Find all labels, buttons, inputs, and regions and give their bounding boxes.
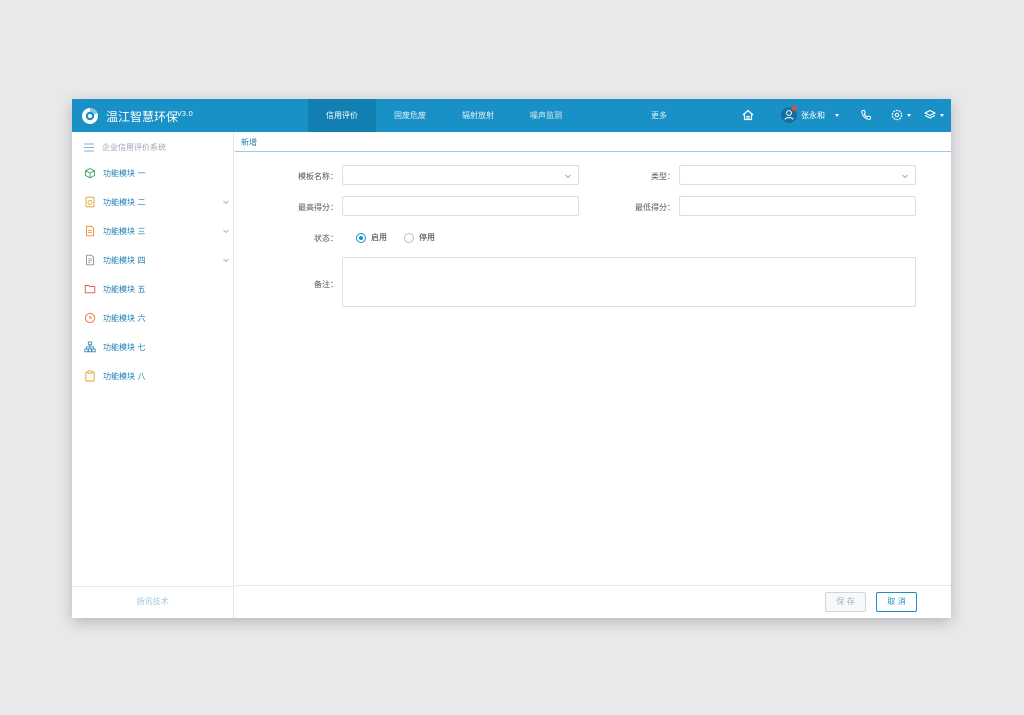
sidebar-item-label: 功能模块 四 [103,255,146,265]
template-name-select[interactable] [342,165,579,185]
document-check-icon [85,196,95,208]
chevron-down-icon[interactable] [222,198,230,206]
sidebar-footer: 扬讯技术 [72,586,233,618]
document-icon [86,225,94,237]
sidebar-item-label: 功能模块 七 [103,342,146,352]
sidebar-header: 企业信用评价系统 [84,141,166,153]
min-score-label: 最低得分： [635,203,675,212]
sidebar-item-label: 功能模块 一 [103,168,146,178]
status-disabled-label[interactable]: 停用 [419,232,435,243]
layers-caret-icon[interactable] [940,114,944,117]
type-select[interactable] [679,165,916,185]
org-chart-icon [84,341,96,353]
phone-icon[interactable] [859,108,873,122]
cancel-button[interactable]: 取 消 [876,592,917,612]
main-content: 新增 模板名称： 类型： 最高得分： 最低得分： 状态： 启用 停用 备注： 保… [235,132,951,618]
remark-label: 备注： [314,280,338,289]
nav-tab-credit-evaluation[interactable]: 信用评价 [308,99,376,132]
sidebar-item-module-5[interactable]: 功能模块 五 [84,282,230,296]
chevron-down-icon[interactable] [222,256,230,264]
sidebar-item-module-6[interactable]: 功能模块 六 [84,311,230,325]
app-version: V3.0 [177,110,193,118]
nav-tab-radiation[interactable]: 辐射放射 [444,99,512,132]
sidebar: 企业信用评价系统 功能模块 一 功能模块 二 功能模块 三 功能模块 四 功能模… [72,132,234,618]
sidebar-item-label: 功能模块 三 [103,226,146,236]
tab-divider [235,151,951,152]
type-label: 类型： [651,172,675,181]
min-score-input[interactable] [679,196,916,216]
sidebar-item-label: 功能模块 八 [103,371,146,381]
chevron-down-icon[interactable] [901,172,909,180]
cube-icon [85,168,95,179]
settings-caret-icon[interactable] [907,114,911,117]
menu-icon[interactable] [84,143,94,152]
remark-textarea[interactable] [342,257,916,307]
clipboard-icon [85,370,95,382]
footer-divider [235,585,951,586]
sidebar-item-module-7[interactable]: 功能模块 七 [84,340,230,354]
sidebar-item-module-4[interactable]: 功能模块 四 [84,253,230,267]
sidebar-title: 企业信用评价系统 [102,142,166,152]
status-radio-group: 启用 停用 [356,232,452,243]
max-score-input[interactable] [342,196,579,216]
nav-tab-solid-waste[interactable]: 固废危废 [376,99,444,132]
sidebar-item-label: 功能模块 六 [103,313,146,323]
clock-icon [84,312,96,324]
user-name[interactable]: 张永和 [801,110,825,121]
sidebar-item-module-8[interactable]: 功能模块 八 [84,369,230,383]
layers-icon[interactable] [923,108,937,122]
status-enabled-label[interactable]: 启用 [371,232,387,243]
max-score-label: 最高得分： [298,203,338,212]
sidebar-item-module-2[interactable]: 功能模块 二 [84,195,230,209]
file-text-icon [86,254,94,266]
user-menu-caret-icon[interactable] [835,114,839,117]
status-label: 状态： [314,234,338,243]
sidebar-item-module-3[interactable]: 功能模块 三 [84,224,230,238]
nav-more[interactable]: 更多 [651,99,667,132]
top-bar: 温江智慧环保 V3.0 信用评价 固废危废 辐射放射 噪声监测 更多 张永和 [72,99,951,132]
nav-tab-noise-monitoring[interactable]: 噪声监测 [512,99,580,132]
status-disabled-radio[interactable] [404,232,414,243]
logo-icon [82,108,98,124]
chevron-down-icon[interactable] [564,172,572,180]
home-icon[interactable] [741,108,755,122]
folder-icon [84,285,96,294]
sidebar-item-module-1[interactable]: 功能模块 一 [84,166,230,180]
save-button[interactable]: 保 存 [825,592,866,612]
settings-icon[interactable] [890,108,904,122]
app-title: 温江智慧环保 [106,110,179,124]
app-window: 温江智慧环保 V3.0 信用评价 固废危废 辐射放射 噪声监测 更多 张永和 企… [72,99,951,618]
sidebar-item-label: 功能模块 五 [103,284,146,294]
notification-dot [792,106,797,111]
sidebar-item-label: 功能模块 二 [103,197,146,207]
avatar[interactable] [781,106,797,123]
main-nav: 信用评价 固废危废 辐射放射 噪声监测 [308,99,580,132]
template-name-label: 模板名称： [298,172,338,181]
status-enabled-radio[interactable] [356,232,366,243]
chevron-down-icon[interactable] [222,227,230,235]
tab-new[interactable]: 新增 [241,137,257,148]
